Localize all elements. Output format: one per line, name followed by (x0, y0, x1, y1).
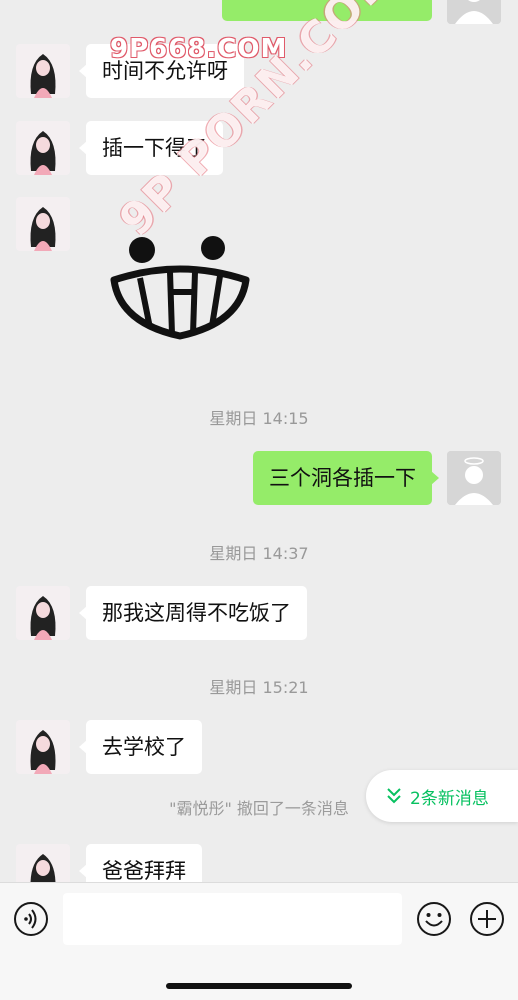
girl-avatar-icon (16, 121, 70, 175)
emoji-icon[interactable] (416, 901, 452, 937)
default-avatar-icon (447, 0, 501, 24)
received-message[interactable]: 爸爸拜拜 (79, 844, 202, 882)
default-avatar-icon (447, 451, 501, 505)
contact-avatar[interactable] (16, 197, 70, 251)
girl-avatar-icon (16, 844, 70, 882)
received-message[interactable]: 那我这周得不吃饭了 (79, 586, 307, 640)
girl-avatar-icon (16, 720, 70, 774)
girl-avatar-icon (16, 197, 70, 251)
double-chevron-down-icon (387, 788, 401, 804)
received-message[interactable]: 去学校了 (79, 720, 202, 774)
contact-avatar[interactable] (16, 720, 70, 774)
timestamp: 星期日 14:37 (209, 544, 309, 563)
sent-message[interactable]: 三个洞各插一下 (253, 451, 439, 505)
voice-icon[interactable] (13, 901, 49, 937)
chat-area[interactable]: 时间不允许呀 插一下得了 星期日 14:15 三个洞各插一下 星期日 14:37… (0, 0, 518, 882)
home-indicator (166, 983, 352, 989)
new-messages-label: 2条新消息 (410, 788, 489, 809)
timestamp: 星期日 14:15 (209, 409, 309, 428)
contact-avatar[interactable] (16, 121, 70, 175)
contact-avatar[interactable] (16, 44, 70, 98)
contact-avatar[interactable] (16, 586, 70, 640)
contact-avatar[interactable] (16, 844, 70, 882)
girl-avatar-icon (16, 586, 70, 640)
plus-icon[interactable] (469, 901, 505, 937)
girl-avatar-icon (16, 44, 70, 98)
message-input[interactable] (63, 893, 402, 945)
grin-sticker[interactable] (100, 228, 260, 348)
timestamp: 星期日 15:21 (209, 678, 309, 697)
self-avatar[interactable] (447, 0, 501, 24)
input-bar (0, 882, 518, 1000)
self-avatar[interactable] (447, 451, 501, 505)
new-messages-button[interactable]: 2条新消息 (366, 770, 518, 822)
